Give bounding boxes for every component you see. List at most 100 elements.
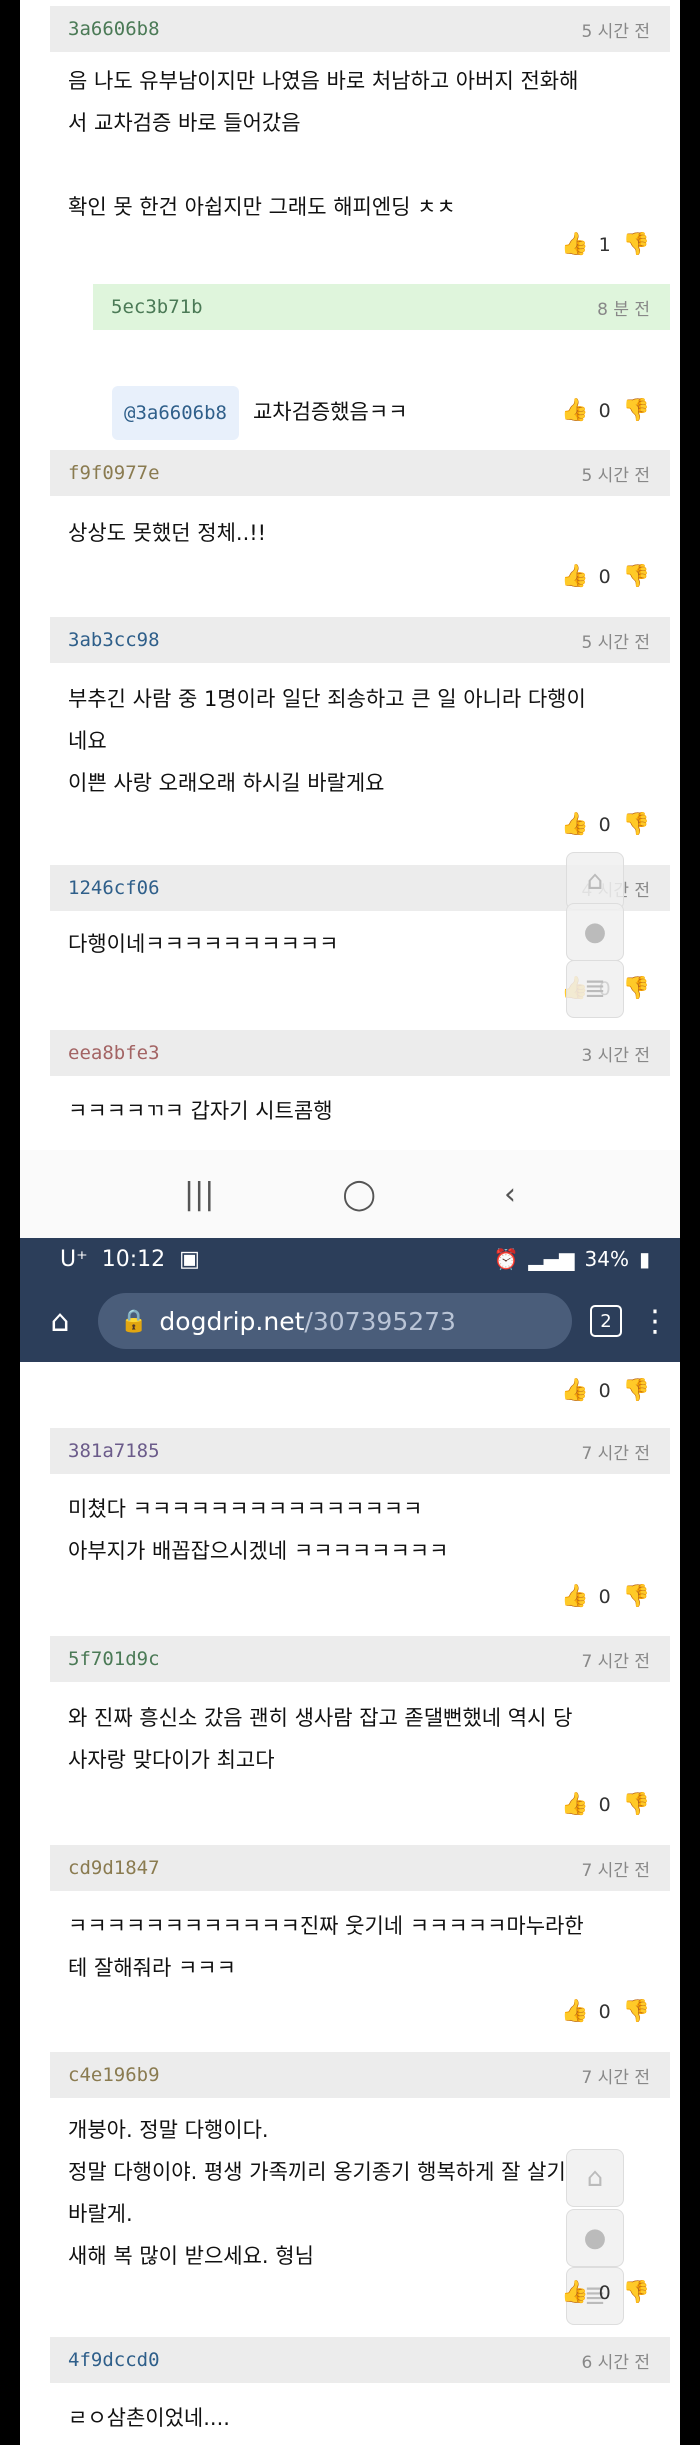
scroll-top-button[interactable]: ⌂ <box>566 852 624 910</box>
comment-votes: 👍 0 👎 <box>561 2280 650 2305</box>
battery-percent: 34% <box>584 1247 629 1271</box>
like-count: 0 <box>598 2000 611 2023</box>
address-bar[interactable]: 🔒 dogdrip.net/307395273 <box>98 1293 572 1349</box>
comment-votes: 👍 0 👎 <box>561 1792 650 1817</box>
thumbs-up-icon[interactable]: 👍 <box>561 1792 588 1817</box>
tabs-icon[interactable]: 2 <box>590 1305 622 1337</box>
comment-float-button[interactable]: ● <box>566 903 624 961</box>
comment-author-id[interactable]: 381a7185 <box>68 1440 160 1462</box>
thumbs-up-icon[interactable]: 👍 <box>561 1999 588 2024</box>
comment-time: 7 시간 전 <box>581 1860 650 1881</box>
back-chevron-icon[interactable]: ‹ <box>504 1177 516 1212</box>
status-bar: U⁺ 10:12 ▣ ⏰ ▂▄▆ 34% ▮ <box>0 1238 700 1280</box>
comment-author-id[interactable]: 3ab3cc98 <box>68 629 160 651</box>
signal-icon: ▂▄▆ <box>528 1247 575 1271</box>
carrier-label: U⁺ <box>60 1246 88 1272</box>
comment-votes: 👍 1 👎 <box>561 232 650 257</box>
browser-toolbar: ⌂ 🔒 dogdrip.net/307395273 2 ⋮ <box>0 1280 700 1362</box>
comment-time: 7 시간 전 <box>581 1651 650 1672</box>
comment-text: ㅋㅋㅋㅋㅋㅋㅋㅋㅋㅋㅋㅋ진짜 웃기네 ㅋㅋㅋㅋㅋ마누라한 테 잘해줘라 ㅋㅋㅋ <box>68 1914 584 1980</box>
like-count: 0 <box>598 1793 611 1816</box>
thumbs-up-icon[interactable]: 👍 <box>561 564 588 589</box>
scroll-top-button[interactable]: ⌂ <box>566 2149 624 2207</box>
thumbs-down-icon[interactable]: 👎 <box>623 1999 650 2024</box>
comment-author-id[interactable]: 5f701d9c <box>68 1648 160 1670</box>
list-float-button[interactable]: ≣ <box>566 960 624 1018</box>
tab-count: 2 <box>600 1310 612 1332</box>
home-icon: ⌂ <box>586 866 604 896</box>
comment-text: 음 나도 유부남이지만 나였음 바로 처남하고 아버지 전화해 서 교차검증 바… <box>68 69 579 219</box>
comment-text: 와 진짜 흥신소 갔음 괜히 생사람 잡고 졷댈뻔했네 역시 당 사자랑 맞다이… <box>68 1706 573 1772</box>
comment-header: c4e196b9 7 시간 전 <box>50 2052 670 2098</box>
thumbs-down-icon[interactable]: 👎 <box>623 1584 650 1609</box>
clock: 10:12 <box>101 1246 166 1272</box>
comment-author-id[interactable]: 1246cf06 <box>68 877 160 899</box>
comment-author-id[interactable]: cd9d1847 <box>68 1857 160 1879</box>
thumbs-up-icon[interactable]: 👍 <box>561 812 588 837</box>
comment-header: 3ab3cc98 5 시간 전 <box>50 617 670 663</box>
comment-votes: 👍 0 👎 <box>561 1378 650 1403</box>
comment-votes: 👍 0 👎 <box>561 1584 650 1609</box>
thumbs-down-icon[interactable]: 👎 <box>623 2280 650 2305</box>
comment-time: 5 시간 전 <box>581 465 650 486</box>
like-count: 1 <box>598 233 611 256</box>
thumbs-up-icon[interactable]: 👍 <box>561 2280 588 2305</box>
comment-text: 교차검증했음ㅋㅋ <box>252 400 408 424</box>
comment-header: 3a6606b8 5 시간 전 <box>50 6 670 52</box>
thumbs-up-icon[interactable]: 👍 <box>561 232 588 257</box>
comment-header: 4f9dccd0 6 시간 전 <box>50 2337 670 2383</box>
comment-votes: 👍 0 👎 <box>561 398 650 423</box>
comment-header: cd9d1847 7 시간 전 <box>50 1845 670 1891</box>
thumbs-down-icon[interactable]: 👎 <box>623 564 650 589</box>
speech-bubble-icon: ● <box>583 2223 607 2253</box>
like-count: 0 <box>598 565 611 588</box>
url-path: /307395273 <box>304 1306 456 1336</box>
comment-float-button[interactable]: ● <box>566 2209 624 2267</box>
battery-icon: ▮ <box>638 1247 650 1271</box>
reply-text-row: @3a6606b8 교차검증했음ㅋㅋ <box>112 344 672 440</box>
comment-author-id[interactable]: 4f9dccd0 <box>68 2349 160 2371</box>
comment-time: 7 시간 전 <box>581 1443 650 1464</box>
comment-time: 5 시간 전 <box>581 632 650 653</box>
mention-tag[interactable]: @3a6606b8 <box>112 386 239 440</box>
lock-icon: 🔒 <box>120 1308 148 1334</box>
comment-text: ㅋㅋㅋㅋㄲㅋ 갑자기 시트콤행 <box>68 1099 333 1123</box>
thumbs-down-icon[interactable]: 👎 <box>623 976 650 1001</box>
recent-apps-icon[interactable]: ||| <box>184 1177 214 1212</box>
comment-text: 상상도 못했던 정체..!! <box>68 521 267 545</box>
thumbs-down-icon[interactable]: 👎 <box>623 1792 650 1817</box>
comment-panel-bottom: 👍 0 👎 381a7185 7 시간 전 미쳤다 ㅋㅋㅋㅋㅋㅋㅋㅋㅋㅋㅋㅋㅋㅋ… <box>0 1362 700 2445</box>
comment-author-id[interactable]: eea8bfe3 <box>68 1042 160 1064</box>
reply-header: 5ec3b71b 8 분 전 <box>93 284 670 330</box>
comment-author-id[interactable]: f9f0977e <box>68 462 160 484</box>
comment-time: 6 시간 전 <box>581 2352 650 2373</box>
home-icon[interactable]: ⌂ <box>40 1304 80 1339</box>
thumbs-down-icon[interactable]: 👎 <box>623 398 650 423</box>
url-domain: dogdrip.net <box>159 1306 305 1336</box>
home-icon: ⌂ <box>586 2163 604 2193</box>
comment-time: 8 분 전 <box>597 299 650 320</box>
comment-panel-top: 3a6606b8 5 시간 전 음 나도 유부남이지만 나였음 바로 처남하고 … <box>0 0 700 1150</box>
thumbs-up-icon[interactable]: 👍 <box>561 1584 588 1609</box>
comment-author-id[interactable]: c4e196b9 <box>68 2064 160 2086</box>
like-count: 0 <box>598 399 611 422</box>
comment-text: 미쳤다 ㅋㅋㅋㅋㅋㅋㅋㅋㅋㅋㅋㅋㅋㅋㅋ 아부지가 배꼽잡으시겠네 ㅋㅋㅋㅋㅋㅋㅋ… <box>68 1497 449 1563</box>
gallery-icon: ▣ <box>179 1246 200 1272</box>
comment-author-id[interactable]: 5ec3b71b <box>111 296 203 318</box>
comment-header: eea8bfe3 3 시간 전 <box>50 1030 670 1076</box>
comment-votes: 👍 0 👎 <box>561 812 650 837</box>
thumbs-down-icon[interactable]: 👎 <box>623 812 650 837</box>
like-count: 0 <box>598 2281 611 2304</box>
url-text: dogdrip.net/307395273 <box>159 1307 456 1336</box>
overflow-menu-icon[interactable]: ⋮ <box>640 1304 670 1339</box>
comment-time: 3 시간 전 <box>581 1045 650 1066</box>
comment-text: ㄹㅇ삼촌이었네.... <box>68 2406 230 2430</box>
home-circle-icon[interactable]: ◯ <box>342 1177 376 1212</box>
thumbs-down-icon[interactable]: 👎 <box>623 1378 650 1403</box>
thumbs-up-icon[interactable]: 👍 <box>561 398 588 423</box>
thumbs-down-icon[interactable]: 👎 <box>623 232 650 257</box>
comment-author-id[interactable]: 3a6606b8 <box>68 18 160 40</box>
like-count: 0 <box>598 813 611 836</box>
thumbs-up-icon[interactable]: 👍 <box>561 1378 588 1403</box>
comment-text: 부추긴 사람 중 1명이라 일단 죄송하고 큰 일 아니라 다행이 네요 이쁜 … <box>68 687 586 795</box>
